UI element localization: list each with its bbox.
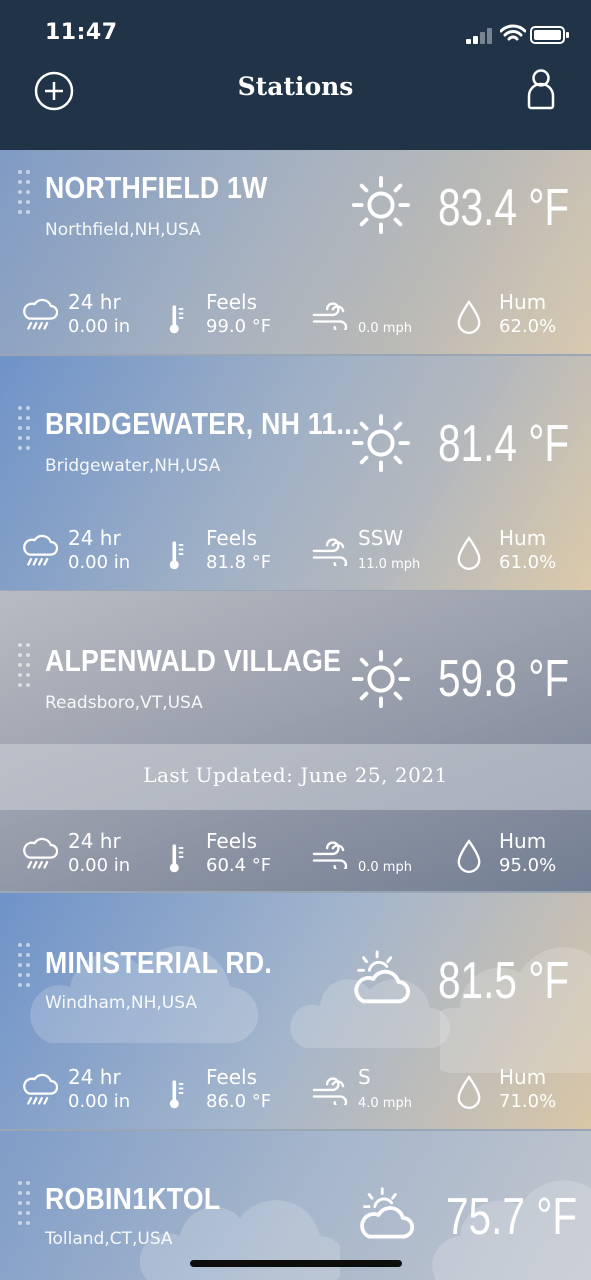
wind-icon <box>310 296 348 330</box>
humidity-value: 61.0% <box>499 552 557 573</box>
wind-speed: 0.0 mph <box>358 321 412 336</box>
last-updated-text: Last Updated: June 25, 2021 <box>143 763 448 787</box>
station-location: Northfield,NH,USA <box>45 220 201 240</box>
water-drop-icon <box>455 1073 483 1111</box>
thermometer-icon <box>168 1075 186 1111</box>
humidity-value: 71.0% <box>499 1091 557 1112</box>
drag-handle[interactable] <box>18 1181 34 1229</box>
sun-icon <box>350 174 412 236</box>
station-card[interactable]: BRIDGEWATER, NH 11... Bridgewater,NH,USA… <box>0 356 591 590</box>
temperature: 59.8 °F <box>438 650 570 708</box>
rain-value: 0.00 in <box>68 316 131 337</box>
feels-label: Feels <box>206 1065 257 1089</box>
cellular-signal-icon <box>466 28 492 44</box>
water-drop-icon <box>455 534 483 572</box>
water-drop-icon <box>455 837 483 875</box>
station-name: BRIDGEWATER, NH 11... <box>45 406 360 441</box>
thermometer-icon <box>168 536 186 572</box>
partly-cloudy-icon <box>350 949 412 1011</box>
wind-icon <box>310 835 348 869</box>
rain-value: 0.00 in <box>68 1091 131 1112</box>
thermometer-icon <box>168 300 186 336</box>
feels-value: 60.4 °F <box>206 855 272 876</box>
water-drop-icon <box>455 298 483 336</box>
feels-value: 99.0 °F <box>206 316 272 337</box>
rain-cloud-icon <box>22 837 58 871</box>
wind-speed: 0.0 mph <box>358 860 412 875</box>
humidity-label: Hum <box>499 526 547 550</box>
rain-cloud-icon <box>22 298 58 332</box>
wind-direction: SSW <box>358 526 404 550</box>
station-name: NORTHFIELD 1W <box>45 170 268 205</box>
humidity-label: Hum <box>499 829 547 853</box>
rain-label: 24 hr <box>68 526 121 550</box>
humidity-value: 62.0% <box>499 316 557 337</box>
wind-direction: S <box>358 1065 371 1089</box>
feels-label: Feels <box>206 829 257 853</box>
rain-label: 24 hr <box>68 290 121 314</box>
wifi-icon <box>500 24 526 41</box>
wind-speed: 11.0 mph <box>358 557 421 572</box>
station-card[interactable]: MINISTERIAL RD. Windham,NH,USA 81.5 °F 2… <box>0 893 591 1129</box>
sun-icon <box>350 648 412 710</box>
feels-value: 86.0 °F <box>206 1091 272 1112</box>
battery-icon <box>530 26 569 44</box>
status-time: 11:47 <box>45 20 118 45</box>
drag-handle[interactable] <box>18 943 34 991</box>
temperature: 75.7 °F <box>446 1188 578 1246</box>
rain-value: 0.00 in <box>68 855 131 876</box>
nav-header: 11:47 Stations <box>0 0 591 150</box>
partly-cloudy-icon <box>356 1186 416 1246</box>
wind-icon <box>310 532 348 566</box>
station-card[interactable]: NORTHFIELD 1W Northfield,NH,USA 83.4 °F … <box>0 150 591 354</box>
station-name: ROBIN1KTOL <box>45 1181 221 1216</box>
page-title: Stations <box>237 72 354 101</box>
humidity-label: Hum <box>499 290 547 314</box>
station-location: Tolland,CT,USA <box>45 1229 173 1249</box>
drag-handle[interactable] <box>18 170 34 218</box>
station-card[interactable]: ALPENWALD VILLAGE Readsboro,VT,USA 59.8 … <box>0 591 591 891</box>
sun-icon <box>350 412 412 474</box>
station-location: Bridgewater,NH,USA <box>45 456 221 476</box>
wind-icon <box>310 1071 348 1105</box>
rain-cloud-icon <box>22 534 58 568</box>
thermometer-icon <box>168 839 186 875</box>
drag-handle[interactable] <box>18 643 34 691</box>
temperature: 81.5 °F <box>438 952 570 1010</box>
humidity-label: Hum <box>499 1065 547 1089</box>
temperature: 81.4 °F <box>438 415 570 473</box>
feels-label: Feels <box>206 290 257 314</box>
rain-cloud-icon <box>22 1073 58 1107</box>
feels-label: Feels <box>206 526 257 550</box>
drag-handle[interactable] <box>18 406 34 454</box>
rain-value: 0.00 in <box>68 552 131 573</box>
station-card[interactable]: ROBIN1KTOL Tolland,CT,USA 75.7 °F <box>0 1131 591 1280</box>
last-updated-banner: Last Updated: June 25, 2021 <box>0 744 591 810</box>
rain-label: 24 hr <box>68 829 121 853</box>
profile-button[interactable] <box>526 68 556 110</box>
humidity-value: 95.0% <box>499 855 557 876</box>
home-indicator[interactable] <box>190 1260 402 1267</box>
station-location: Windham,NH,USA <box>45 993 197 1013</box>
rain-label: 24 hr <box>68 1065 121 1089</box>
temperature: 83.4 °F <box>438 179 570 237</box>
station-name: MINISTERIAL RD. <box>45 945 273 980</box>
station-location: Readsboro,VT,USA <box>45 693 203 713</box>
station-name: ALPENWALD VILLAGE <box>45 643 342 678</box>
wind-speed: 4.0 mph <box>358 1096 412 1111</box>
feels-value: 81.8 °F <box>206 552 272 573</box>
